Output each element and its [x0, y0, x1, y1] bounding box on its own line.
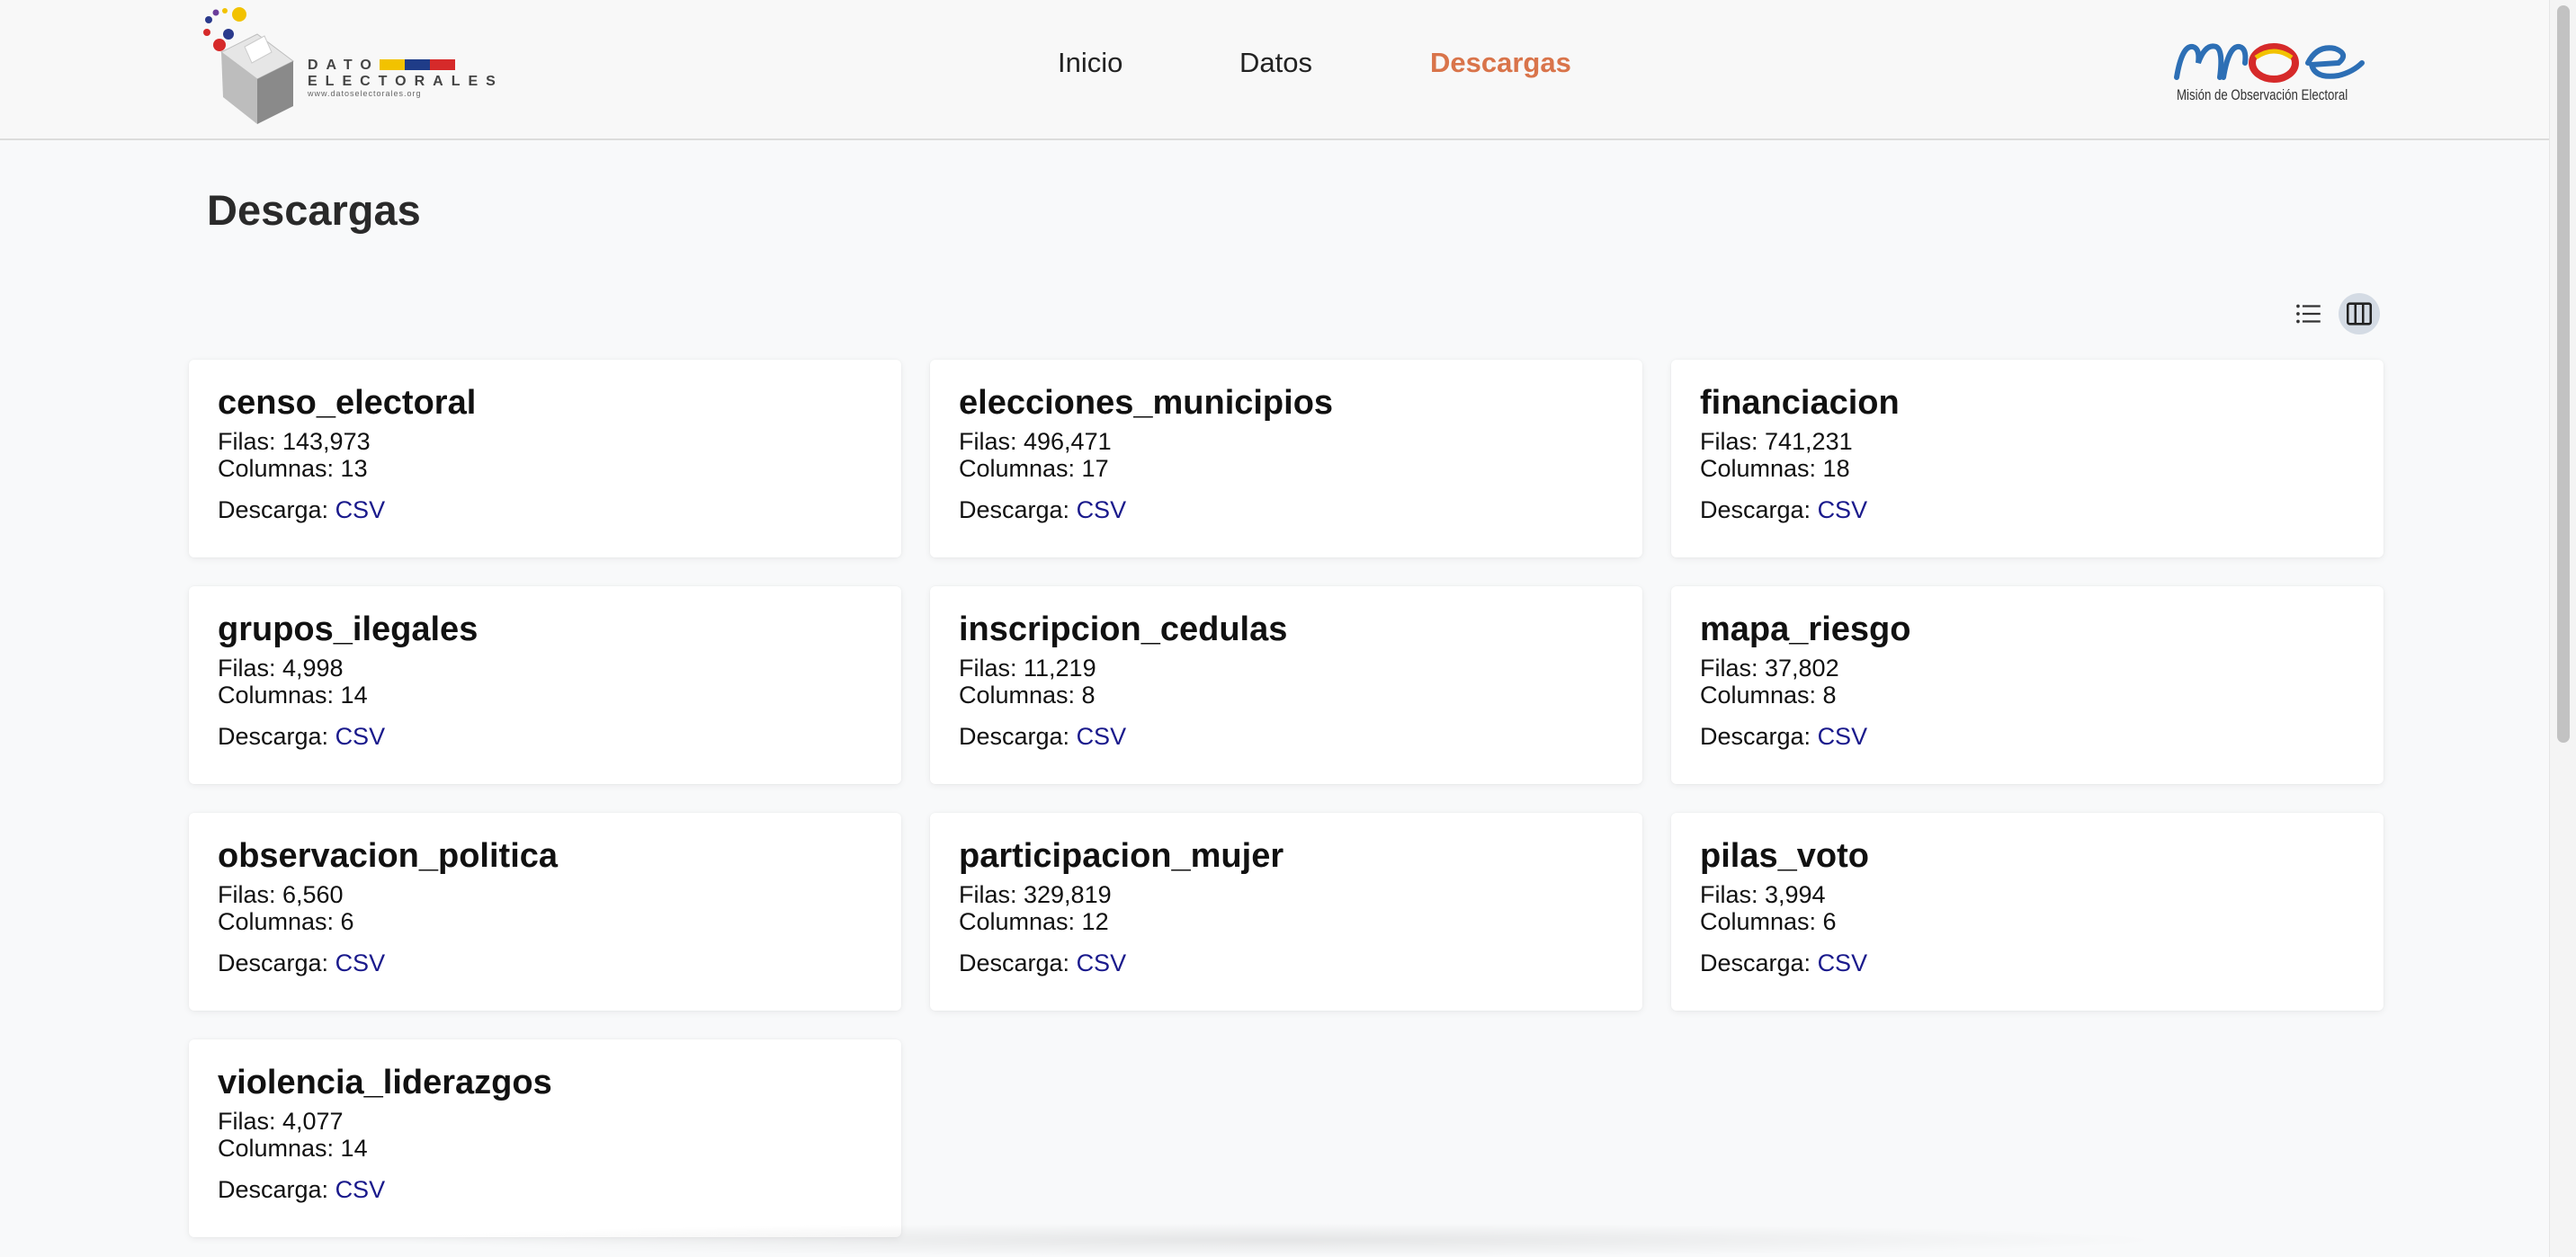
dataset-card: censo_electoral Filas: 143,973 Columnas:… — [189, 360, 901, 557]
csv-download-link[interactable]: CSV — [1077, 949, 1127, 976]
dataset-card: inscripcion_cedulas Filas: 11,219 Column… — [930, 586, 1642, 784]
page-scrollbar[interactable] — [2549, 0, 2576, 1257]
view-toggle — [2288, 293, 2380, 334]
column-count: Columnas: 17 — [959, 455, 1109, 482]
row-count: Filas: 4,998 — [218, 655, 344, 682]
dataset-card: participacion_mujer Filas: 329,819 Colum… — [930, 813, 1642, 1011]
dataset-name: financiacion — [1700, 384, 1900, 422]
moe-mark-icon — [2174, 43, 2365, 83]
download-row: Descarga: CSV — [959, 723, 1614, 750]
download-label: Descarga: — [959, 496, 1077, 523]
logo-url: www.datoselectorales.org — [308, 89, 422, 98]
row-count: Filas: 4,077 — [218, 1108, 344, 1135]
column-count: Columnas: 18 — [1700, 455, 1850, 482]
download-row: Descarga: CSV — [218, 1176, 872, 1203]
dataset-name: inscripcion_cedulas — [959, 611, 1288, 648]
main-nav: Inicio Datos Descargas — [0, 47, 2549, 88]
dataset-card: mapa_riesgo Filas: 37,802 Columnas: 8 De… — [1671, 586, 2384, 784]
download-row: Descarga: CSV — [959, 496, 1614, 523]
list-view-icon — [2296, 304, 2321, 324]
row-count: Filas: 37,802 — [1700, 655, 1839, 682]
grid-view-button[interactable] — [2339, 293, 2380, 334]
csv-download-link[interactable]: CSV — [1818, 496, 1868, 523]
download-label: Descarga: — [1700, 496, 1818, 523]
dataset-card: observacion_politica Filas: 6,560 Column… — [189, 813, 901, 1011]
list-view-button[interactable] — [2288, 293, 2330, 334]
dataset-grid: censo_electoral Filas: 143,973 Columnas:… — [189, 360, 2384, 1237]
download-row: Descarga: CSV — [218, 949, 872, 976]
download-label: Descarga: — [1700, 723, 1818, 750]
column-count: Columnas: 8 — [959, 682, 1096, 709]
dataset-card: grupos_ilegales Filas: 4,998 Columnas: 1… — [189, 586, 901, 784]
row-count: Filas: 741,231 — [1700, 428, 1853, 455]
row-count: Filas: 496,471 — [959, 428, 1112, 455]
dataset-card: financiacion Filas: 741,231 Columnas: 18… — [1671, 360, 2384, 557]
csv-download-link[interactable]: CSV — [1818, 949, 1868, 976]
column-count: Columnas: 13 — [218, 455, 368, 482]
nav-link-inicio[interactable]: Inicio — [1058, 47, 1123, 79]
row-count: Filas: 6,560 — [218, 881, 344, 908]
download-row: Descarga: CSV — [1700, 496, 2355, 523]
dataset-name: violencia_liderazgos — [218, 1064, 552, 1101]
download-label: Descarga: — [959, 723, 1077, 750]
csv-download-link[interactable]: CSV — [335, 723, 386, 750]
csv-download-link[interactable]: CSV — [335, 1176, 386, 1203]
download-label: Descarga: — [218, 496, 335, 523]
row-count: Filas: 11,219 — [959, 655, 1096, 682]
moe-logo[interactable]: Misión de Observación Electoral — [2173, 27, 2371, 112]
dataset-name: elecciones_municipios — [959, 384, 1334, 422]
download-row: Descarga: CSV — [1700, 723, 2355, 750]
download-row: Descarga: CSV — [218, 496, 872, 523]
dataset-card: pilas_voto Filas: 3,994 Columnas: 6 Desc… — [1671, 813, 2384, 1011]
site-header: DATOS ELECTORALES www.datoselectorales.o… — [0, 0, 2549, 140]
csv-download-link[interactable]: CSV — [1077, 496, 1127, 523]
download-label: Descarga: — [218, 949, 335, 976]
csv-download-link[interactable]: CSV — [1818, 723, 1868, 750]
dataset-card: elecciones_municipios Filas: 496,471 Col… — [930, 360, 1642, 557]
csv-download-link[interactable]: CSV — [335, 496, 386, 523]
dataset-name: censo_electoral — [218, 384, 477, 422]
dataset-card: violencia_liderazgos Filas: 4,077 Column… — [189, 1039, 901, 1237]
row-count: Filas: 3,994 — [1700, 881, 1826, 908]
dataset-name: mapa_riesgo — [1700, 611, 1911, 648]
download-row: Descarga: CSV — [1700, 949, 2355, 976]
column-count: Columnas: 8 — [1700, 682, 1837, 709]
row-count: Filas: 329,819 — [959, 881, 1112, 908]
csv-download-link[interactable]: CSV — [1077, 723, 1127, 750]
download-row: Descarga: CSV — [218, 723, 872, 750]
bottom-fade — [378, 1223, 2177, 1257]
column-count: Columnas: 6 — [1700, 908, 1837, 935]
moe-caption: Misión de Observación Electoral — [2177, 86, 2348, 103]
dataset-name: participacion_mujer — [959, 837, 1284, 875]
download-row: Descarga: CSV — [959, 949, 1614, 976]
nav-link-descargas[interactable]: Descargas — [1430, 47, 1571, 79]
download-label: Descarga: — [218, 1176, 335, 1203]
nav-link-datos[interactable]: Datos — [1239, 47, 1312, 79]
grid-view-icon — [2346, 302, 2373, 325]
scrollbar-thumb[interactable] — [2557, 5, 2570, 743]
column-count: Columnas: 14 — [218, 1135, 368, 1162]
dataset-name: observacion_politica — [218, 837, 559, 875]
download-label: Descarga: — [1700, 949, 1818, 976]
dataset-name: grupos_ilegales — [218, 611, 479, 648]
download-label: Descarga: — [218, 723, 335, 750]
download-label: Descarga: — [959, 949, 1077, 976]
row-count: Filas: 143,973 — [218, 428, 371, 455]
page-title: Descargas — [207, 186, 421, 234]
dataset-name: pilas_voto — [1700, 837, 1869, 875]
column-count: Columnas: 12 — [959, 908, 1109, 935]
column-count: Columnas: 6 — [218, 908, 354, 935]
csv-download-link[interactable]: CSV — [335, 949, 386, 976]
column-count: Columnas: 14 — [218, 682, 368, 709]
